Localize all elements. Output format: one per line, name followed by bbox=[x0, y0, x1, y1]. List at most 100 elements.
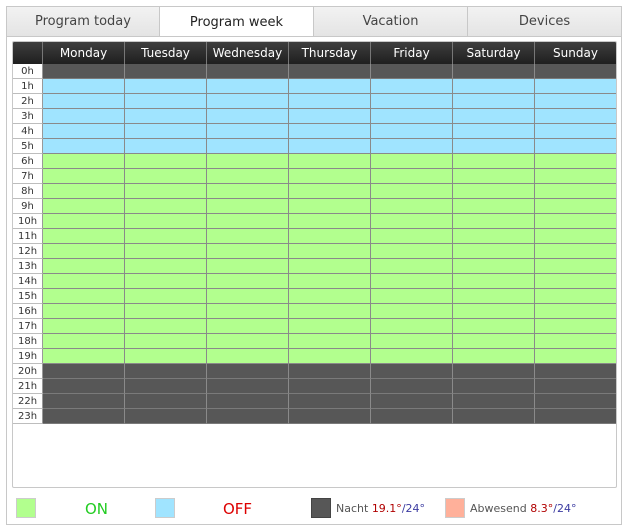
schedule-cell-on[interactable] bbox=[43, 259, 125, 274]
schedule-cell-on[interactable] bbox=[207, 289, 289, 304]
schedule-cell-on[interactable] bbox=[207, 229, 289, 244]
schedule-cell-on[interactable] bbox=[453, 334, 535, 349]
schedule-cell-off[interactable] bbox=[125, 79, 207, 94]
schedule-cell-off[interactable] bbox=[289, 109, 371, 124]
schedule-cell-night[interactable] bbox=[43, 364, 125, 379]
schedule-cell-on[interactable] bbox=[535, 229, 616, 244]
schedule-cell-off[interactable] bbox=[207, 124, 289, 139]
schedule-cell-on[interactable] bbox=[125, 334, 207, 349]
schedule-cell-off[interactable] bbox=[289, 139, 371, 154]
schedule-cell-night[interactable] bbox=[207, 394, 289, 409]
schedule-cell-on[interactable] bbox=[125, 154, 207, 169]
schedule-cell-on[interactable] bbox=[453, 169, 535, 184]
schedule-cell-night[interactable] bbox=[453, 364, 535, 379]
schedule-cell-on[interactable] bbox=[371, 349, 453, 364]
schedule-cell-off[interactable] bbox=[535, 124, 616, 139]
schedule-cell-night[interactable] bbox=[453, 394, 535, 409]
legend-night-swatch[interactable] bbox=[311, 498, 331, 518]
tab-program-week[interactable]: Program week bbox=[160, 6, 314, 38]
schedule-cell-on[interactable] bbox=[207, 274, 289, 289]
schedule-cell-on[interactable] bbox=[371, 259, 453, 274]
schedule-cell-off[interactable] bbox=[43, 94, 125, 109]
schedule-cell-on[interactable] bbox=[43, 229, 125, 244]
schedule-cell-on[interactable] bbox=[453, 229, 535, 244]
schedule-cell-on[interactable] bbox=[207, 184, 289, 199]
schedule-cell-night[interactable] bbox=[289, 379, 371, 394]
schedule-cell-off[interactable] bbox=[453, 94, 535, 109]
schedule-cell-on[interactable] bbox=[535, 214, 616, 229]
schedule-cell-off[interactable] bbox=[371, 124, 453, 139]
schedule-cell-off[interactable] bbox=[535, 94, 616, 109]
schedule-cell-off[interactable] bbox=[453, 109, 535, 124]
schedule-cell-off[interactable] bbox=[43, 124, 125, 139]
schedule-cell-on[interactable] bbox=[125, 184, 207, 199]
schedule-cell-on[interactable] bbox=[535, 274, 616, 289]
schedule-cell-on[interactable] bbox=[289, 199, 371, 214]
schedule-cell-night[interactable] bbox=[535, 64, 616, 79]
schedule-cell-on[interactable] bbox=[453, 244, 535, 259]
schedule-cell-on[interactable] bbox=[371, 154, 453, 169]
schedule-cell-night[interactable] bbox=[207, 409, 289, 424]
schedule-cell-on[interactable] bbox=[125, 319, 207, 334]
schedule-cell-on[interactable] bbox=[207, 199, 289, 214]
schedule-cell-night[interactable] bbox=[43, 379, 125, 394]
schedule-cell-on[interactable] bbox=[371, 229, 453, 244]
schedule-cell-on[interactable] bbox=[371, 184, 453, 199]
schedule-cell-night[interactable] bbox=[371, 394, 453, 409]
schedule-cell-off[interactable] bbox=[207, 79, 289, 94]
schedule-cell-on[interactable] bbox=[371, 244, 453, 259]
schedule-cell-night[interactable] bbox=[207, 364, 289, 379]
schedule-cell-off[interactable] bbox=[535, 109, 616, 124]
schedule-cell-on[interactable] bbox=[535, 259, 616, 274]
schedule-cell-on[interactable] bbox=[535, 289, 616, 304]
schedule-cell-on[interactable] bbox=[535, 244, 616, 259]
schedule-cell-night[interactable] bbox=[371, 379, 453, 394]
schedule-cell-off[interactable] bbox=[207, 94, 289, 109]
schedule-cell-off[interactable] bbox=[453, 79, 535, 94]
schedule-cell-night[interactable] bbox=[535, 409, 616, 424]
schedule-cell-night[interactable] bbox=[125, 394, 207, 409]
schedule-cell-on[interactable] bbox=[289, 304, 371, 319]
schedule-cell-off[interactable] bbox=[125, 94, 207, 109]
schedule-cell-on[interactable] bbox=[453, 319, 535, 334]
schedule-cell-night[interactable] bbox=[125, 409, 207, 424]
schedule-cell-night[interactable] bbox=[371, 409, 453, 424]
schedule-cell-night[interactable] bbox=[43, 409, 125, 424]
schedule-cell-on[interactable] bbox=[453, 154, 535, 169]
schedule-cell-on[interactable] bbox=[289, 214, 371, 229]
schedule-cell-off[interactable] bbox=[43, 109, 125, 124]
schedule-cell-on[interactable] bbox=[289, 259, 371, 274]
schedule-cell-on[interactable] bbox=[453, 274, 535, 289]
schedule-cell-off[interactable] bbox=[125, 109, 207, 124]
schedule-cell-on[interactable] bbox=[289, 319, 371, 334]
schedule-cell-night[interactable] bbox=[43, 64, 125, 79]
schedule-cell-night[interactable] bbox=[125, 364, 207, 379]
legend-off-swatch[interactable] bbox=[155, 498, 175, 518]
schedule-cell-on[interactable] bbox=[125, 244, 207, 259]
schedule-cell-on[interactable] bbox=[207, 259, 289, 274]
schedule-cell-on[interactable] bbox=[125, 214, 207, 229]
schedule-cell-on[interactable] bbox=[43, 319, 125, 334]
schedule-cell-night[interactable] bbox=[125, 64, 207, 79]
schedule-cell-on[interactable] bbox=[371, 169, 453, 184]
schedule-cell-night[interactable] bbox=[125, 379, 207, 394]
schedule-cell-night[interactable] bbox=[289, 364, 371, 379]
schedule-cell-on[interactable] bbox=[207, 169, 289, 184]
schedule-cell-on[interactable] bbox=[207, 349, 289, 364]
schedule-cell-on[interactable] bbox=[371, 199, 453, 214]
schedule-cell-night[interactable] bbox=[371, 364, 453, 379]
schedule-cell-off[interactable] bbox=[43, 139, 125, 154]
schedule-cell-night[interactable] bbox=[453, 379, 535, 394]
schedule-cell-on[interactable] bbox=[125, 259, 207, 274]
schedule-cell-on[interactable] bbox=[371, 274, 453, 289]
schedule-cell-on[interactable] bbox=[535, 169, 616, 184]
schedule-cell-on[interactable] bbox=[535, 304, 616, 319]
schedule-cell-on[interactable] bbox=[453, 199, 535, 214]
schedule-cell-on[interactable] bbox=[125, 289, 207, 304]
schedule-cell-on[interactable] bbox=[289, 229, 371, 244]
schedule-cell-off[interactable] bbox=[289, 124, 371, 139]
schedule-cell-off[interactable] bbox=[453, 124, 535, 139]
schedule-cell-night[interactable] bbox=[207, 64, 289, 79]
schedule-cell-on[interactable] bbox=[453, 349, 535, 364]
legend-away-swatch[interactable] bbox=[445, 498, 465, 518]
